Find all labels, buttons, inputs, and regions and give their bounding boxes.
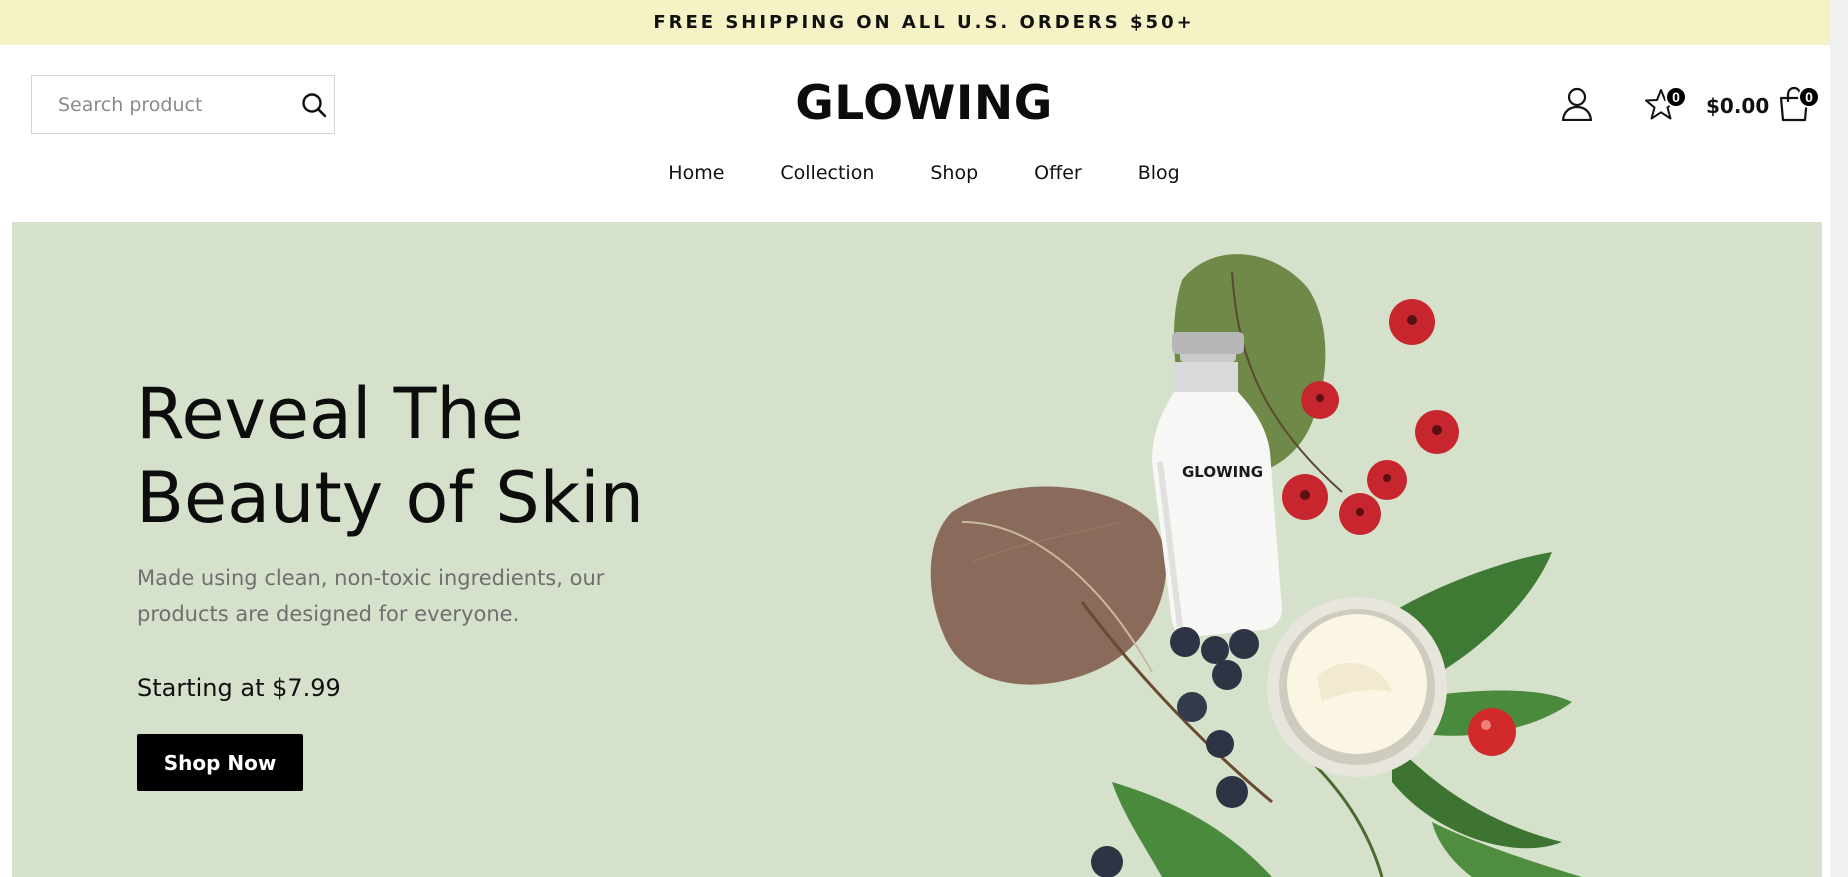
scrollbar-thumb[interactable] xyxy=(1833,0,1845,877)
hero-title-line-2: Beauty of Skin xyxy=(136,457,644,539)
hero-title-line-1: Reveal The xyxy=(136,373,524,455)
wishlist-count-badge: 0 xyxy=(1665,86,1687,108)
user-icon xyxy=(1561,87,1593,121)
hero-banner: GLOWING Reveal The Beauty of Skin Made u… xyxy=(12,222,1822,877)
account-button[interactable] xyxy=(1555,82,1599,126)
search-box xyxy=(31,75,335,134)
cart-button[interactable]: 0 xyxy=(1772,82,1820,126)
shop-now-button[interactable]: Shop Now xyxy=(137,734,303,791)
announcement-bar: FREE SHIPPING ON ALL U.S. ORDERS $50+ xyxy=(0,0,1848,45)
nav-collection[interactable]: Collection xyxy=(752,158,902,188)
page-scrollbar[interactable] xyxy=(1830,0,1848,877)
cart-count-badge: 0 xyxy=(1798,86,1820,108)
brand-logo[interactable]: GLOWING xyxy=(795,76,1053,131)
wishlist-button[interactable]: 0 xyxy=(1639,82,1687,126)
hero-description: Made using clean, non-toxic ingredients,… xyxy=(137,566,605,626)
bottle-label-text: GLOWING xyxy=(1182,463,1263,481)
nav-home[interactable]: Home xyxy=(640,158,752,188)
announcement-text: FREE SHIPPING ON ALL U.S. ORDERS $50+ xyxy=(653,12,1195,33)
hero-title: Reveal The Beauty of Skin xyxy=(136,372,644,540)
nav-offer[interactable]: Offer xyxy=(1006,158,1110,188)
nav-shop[interactable]: Shop xyxy=(902,158,1006,188)
hero-starting-price: Starting at $7.99 xyxy=(137,674,341,702)
main-nav: Home Collection Shop Offer Blog xyxy=(0,158,1848,188)
search-button[interactable] xyxy=(301,90,327,120)
nav-blog[interactable]: Blog xyxy=(1110,158,1208,188)
cart-total[interactable]: $0.00 xyxy=(1706,94,1769,118)
search-input[interactable] xyxy=(58,93,301,116)
search-icon xyxy=(302,92,327,117)
